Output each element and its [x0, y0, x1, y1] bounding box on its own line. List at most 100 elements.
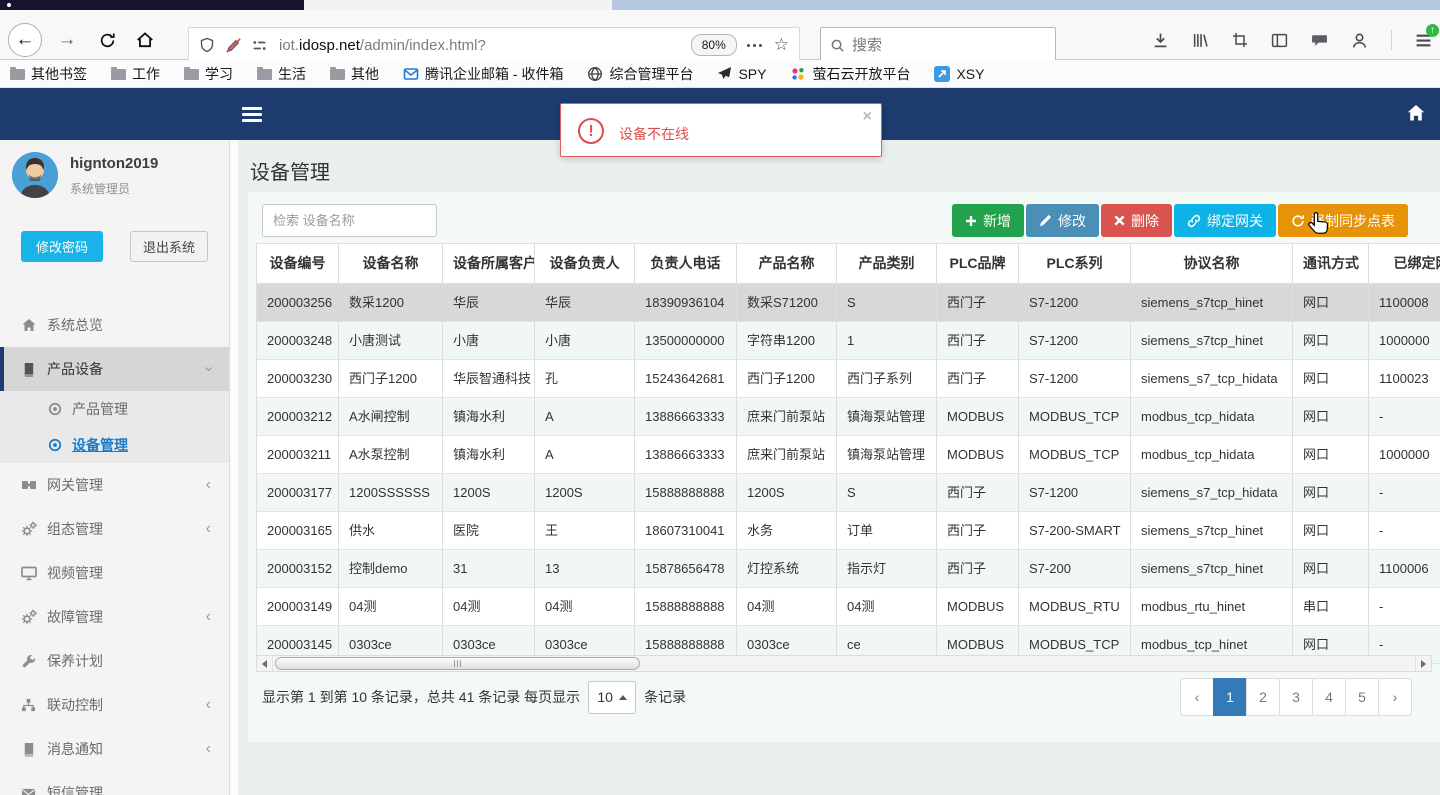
table-header-cell[interactable]: PLC品牌 — [937, 244, 1019, 283]
action-button-修改[interactable]: 修改 — [1026, 204, 1099, 237]
browser-home-button[interactable] — [128, 23, 162, 57]
table-header-cell[interactable]: PLC系列 — [1019, 244, 1131, 283]
table-cell: 西门子 — [937, 322, 1019, 359]
table-header-cell[interactable]: 负责人电话 — [635, 244, 737, 283]
shield-icon[interactable] — [199, 37, 215, 53]
bookmark-item[interactable]: 综合管理平台 — [587, 64, 693, 84]
bookmark-item[interactable]: SPY — [717, 66, 766, 82]
table-cell: MODBUS_TCP — [1019, 398, 1131, 435]
action-button-删除[interactable]: 删除 — [1101, 204, 1172, 237]
sidebar-item-产品设备[interactable]: 产品设备 ‹ — [0, 347, 229, 391]
table-cell: S7-1200 — [1019, 322, 1131, 359]
bookmark-item[interactable]: 工作 — [111, 64, 160, 84]
table-row[interactable]: 200003212 A水闸控制 镇海水利 A 13886663333 庶来门前泵站 镇海泵站… — [257, 398, 1440, 436]
table-header-cell[interactable]: 产品名称 — [737, 244, 837, 283]
bookmark-item[interactable]: 学习 — [184, 64, 233, 84]
bookmark-item[interactable]: 生活 — [257, 64, 306, 84]
library-icon[interactable] — [1192, 32, 1209, 49]
back-button[interactable]: ← — [8, 23, 42, 57]
bookmark-item[interactable]: 其他书签 — [10, 64, 87, 84]
pocket-icon[interactable] — [1311, 32, 1328, 49]
bookmark-item[interactable]: 萤石云开放平台 — [790, 64, 910, 84]
table-header-cell[interactable]: 设备名称 — [339, 244, 443, 283]
sidebar-item-视频管理[interactable]: 视频管理 — [0, 551, 229, 595]
action-button-新增[interactable]: 新增 — [952, 204, 1024, 237]
bookmark-item[interactable]: 其他 — [330, 64, 379, 84]
sidebar-collapse-icon[interactable] — [242, 104, 262, 124]
scrollbar-thumb[interactable] — [275, 657, 640, 670]
table-header-cell[interactable]: 已绑定网关 — [1369, 244, 1440, 283]
table-row[interactable]: 200003248 小唐测试 小唐 小唐 13500000000 字符串1200 1 西门子 S… — [257, 322, 1440, 360]
forward-button[interactable]: → — [50, 23, 84, 57]
table-row[interactable]: 200003149 04测 04测 04测 15888888888 04测 04测 MODBU… — [257, 588, 1440, 626]
bookmark-star-icon[interactable]: ☆ — [774, 35, 789, 55]
action-button-绑定网关[interactable]: 绑定网关 — [1174, 204, 1276, 237]
table-cell: - — [1369, 398, 1440, 435]
browser-search-box[interactable] — [820, 27, 1056, 63]
page-button-4[interactable]: 4 — [1312, 678, 1346, 716]
browser-search-input[interactable] — [852, 36, 1055, 54]
table-cell: 数采S71200 — [737, 284, 837, 321]
app-menu-button[interactable]: ↑ — [1415, 23, 1439, 49]
permissions-icon[interactable] — [252, 38, 267, 53]
page-button-2[interactable]: 2 — [1246, 678, 1280, 716]
logout-button[interactable]: 退出系统 — [130, 231, 208, 262]
table-header-cell[interactable]: 设备负责人 — [535, 244, 635, 283]
horizontal-scrollbar[interactable] — [256, 655, 1432, 672]
table-cell: 15878656478 — [635, 550, 737, 587]
sidebar-item-网关管理[interactable]: 网关管理 ‹ — [0, 463, 229, 507]
sidebar-item-设备管理[interactable]: 设备管理 — [0, 427, 229, 463]
app-home-icon[interactable] — [1406, 103, 1426, 123]
page-actions-icon[interactable] — [746, 43, 762, 47]
action-button-强制同步点表[interactable]: 强制同步点表 — [1278, 204, 1408, 237]
page-button-5[interactable]: 5 — [1345, 678, 1379, 716]
page-size-dropdown[interactable]: 10 — [588, 680, 637, 714]
table-cell: siemens_s7tcp_hinet — [1131, 550, 1293, 587]
table-row[interactable]: 200003152 控制demo 31 13 15878656478 灯控系统 指示灯 西门子… — [257, 550, 1440, 588]
table-row[interactable]: 200003177 1200SSSSSS 1200S 1200S 15888888888… — [257, 474, 1440, 512]
sidebar-item-消息通知[interactable]: 消息通知 ‹ — [0, 727, 229, 771]
sidebar-item-label: 视频管理 — [47, 565, 103, 581]
sidebar-item-组态管理[interactable]: 组态管理 ‹ — [0, 507, 229, 551]
device-search-input[interactable] — [262, 204, 437, 237]
sidebar-item-联动控制[interactable]: 联动控制 ‹ — [0, 683, 229, 727]
zoom-level-badge[interactable]: 80% — [690, 34, 737, 56]
page-next-button[interactable]: › — [1378, 678, 1412, 716]
sidebar-toggle-icon[interactable] — [1271, 32, 1288, 49]
bookmark-item[interactable]: 腾讯企业邮箱 - 收件箱 — [403, 64, 563, 84]
x-icon — [1114, 215, 1125, 226]
reload-button[interactable] — [90, 23, 124, 57]
sidebar-item-保养计划[interactable]: 保养计划 — [0, 639, 229, 683]
change-password-button[interactable]: 修改密码 — [21, 231, 103, 262]
table-header-cell[interactable]: 设备编号 — [257, 244, 339, 283]
bookmark-item[interactable]: XSY — [934, 65, 984, 82]
table-header-cell[interactable]: 协议名称 — [1131, 244, 1293, 283]
page-prev-button[interactable]: ‹ — [1180, 678, 1214, 716]
sidebar-item-系统总览[interactable]: 系统总览 — [0, 303, 229, 347]
table-row[interactable]: 200003211 A水泵控制 镇海水利 A 13886663333 庶来门前泵站 镇海泵站… — [257, 436, 1440, 474]
table-header-cell[interactable]: 设备所属客户 — [443, 244, 535, 283]
table-cell: 04测 — [443, 588, 535, 625]
table-row[interactable]: 200003230 西门子1200 华辰智通科技孔 15243642681 西门子120… — [257, 360, 1440, 398]
tab-strip-active-tab[interactable] — [304, 0, 612, 10]
sidebar-item-产品管理[interactable]: 产品管理 — [0, 391, 229, 427]
sidebar-item-短信管理[interactable]: 短信管理 — [0, 771, 229, 795]
table-header-cell[interactable]: 产品类别 — [837, 244, 937, 283]
screenshot-icon[interactable] — [1232, 32, 1248, 48]
account-icon[interactable] — [1351, 32, 1368, 49]
action-button-label: 绑定网关 — [1207, 212, 1263, 229]
download-icon[interactable] — [1152, 32, 1169, 49]
table-header-cell[interactable]: 通讯方式 — [1293, 244, 1369, 283]
page-button-3[interactable]: 3 — [1279, 678, 1313, 716]
sidebar-item-故障管理[interactable]: 故障管理 ‹ — [0, 595, 229, 639]
alert-close-icon[interactable]: × — [863, 108, 872, 126]
scroll-right-arrow-icon[interactable] — [1415, 656, 1431, 671]
table-cell: 小唐 — [443, 322, 535, 359]
page-button-1[interactable]: 1 — [1213, 678, 1247, 716]
url-bar[interactable]: iot.idosp.net/admin/index.html? 80% ☆ — [188, 27, 800, 63]
scroll-left-arrow-icon[interactable] — [257, 656, 273, 671]
pencil-slash-icon[interactable] — [225, 37, 242, 54]
user-name: hignton2019 — [70, 155, 159, 172]
table-row[interactable]: 200003165 供水 医院王 18607310041 水务 订单 西门子 S7-200-S… — [257, 512, 1440, 550]
table-row[interactable]: 200003256 数采1200 华辰 华辰 18390936104 数采S71200 S 西… — [257, 284, 1440, 322]
